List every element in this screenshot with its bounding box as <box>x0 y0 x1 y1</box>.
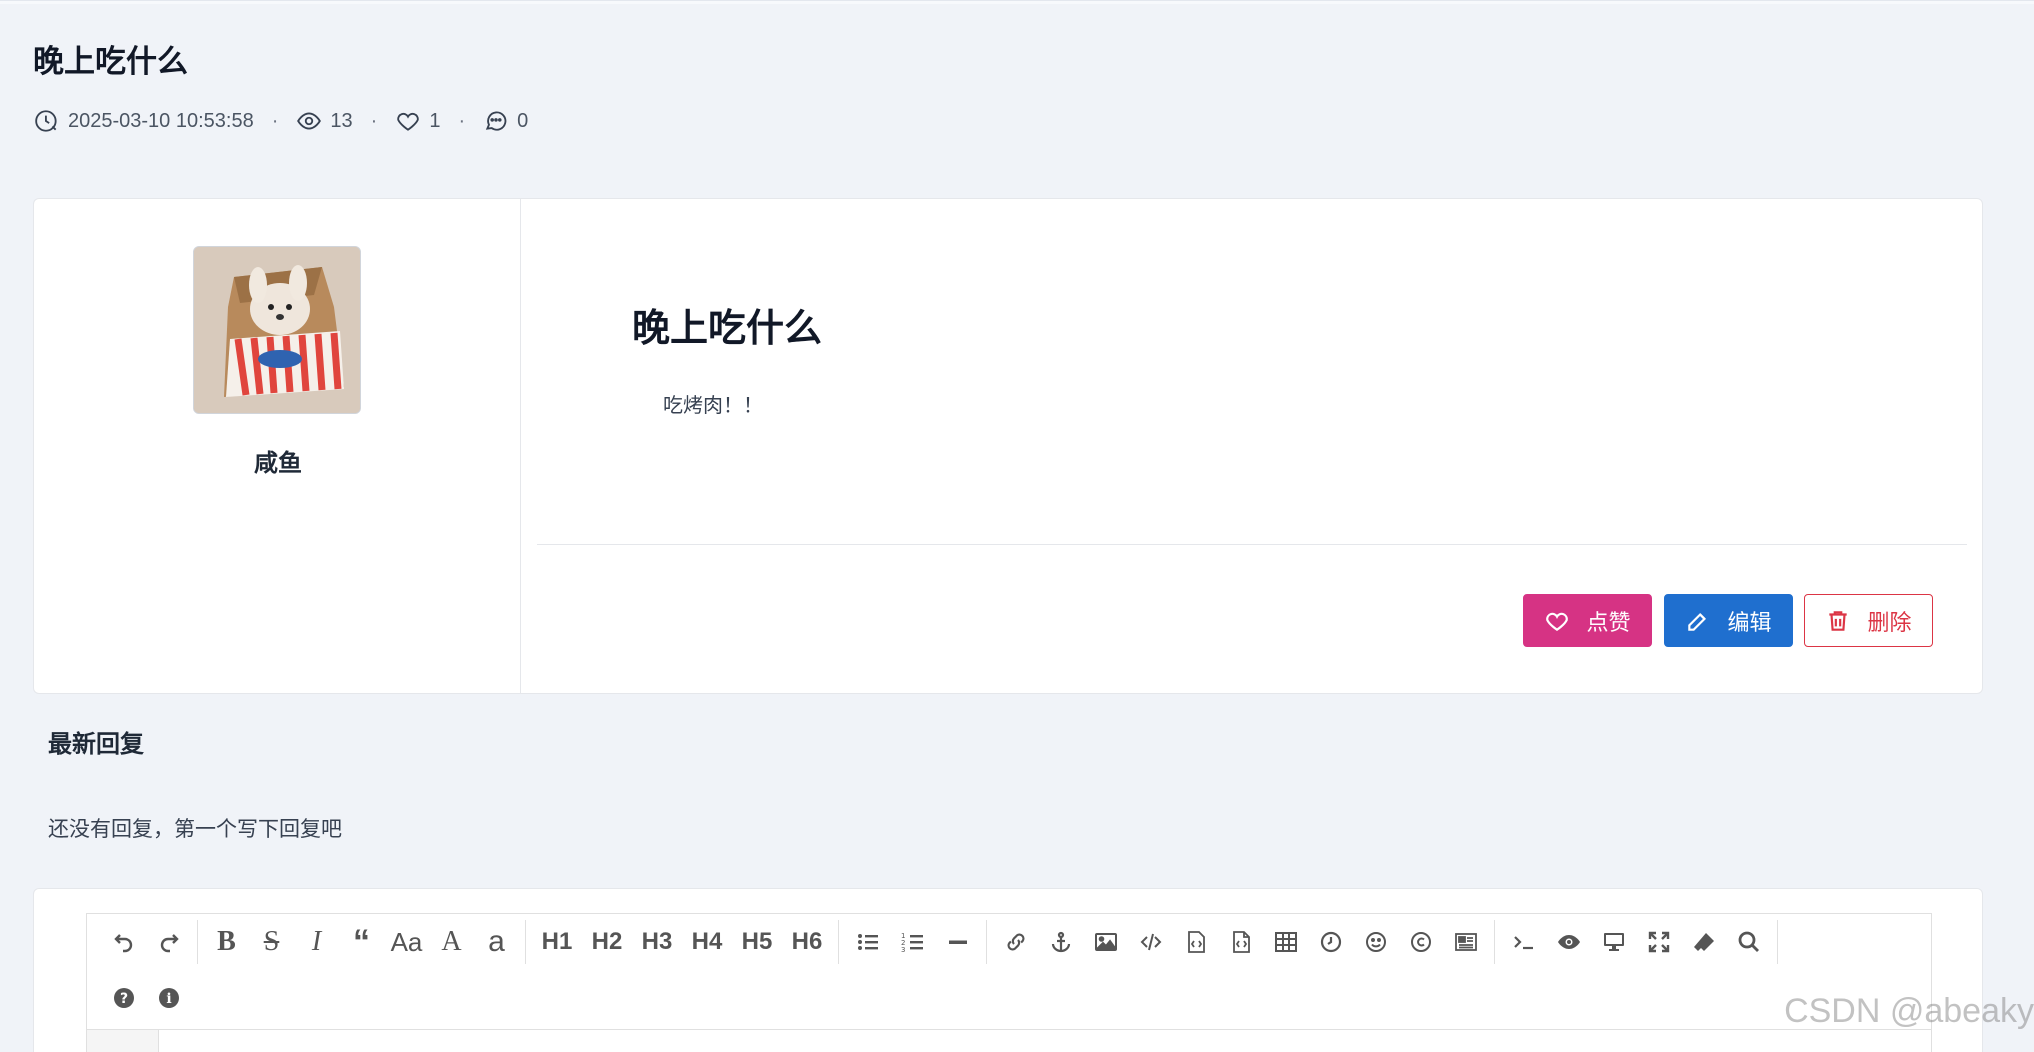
toolbar-separator <box>525 920 526 964</box>
italic-icon[interactable]: I <box>294 922 339 962</box>
search-icon[interactable] <box>1726 922 1771 962</box>
toolbar-separator <box>838 920 839 964</box>
svg-text:?: ? <box>119 991 127 1007</box>
heart-icon <box>1546 612 1569 631</box>
eye-icon <box>297 112 322 130</box>
divider <box>537 544 1967 545</box>
avatar[interactable] <box>193 246 361 414</box>
likes-count: 1 <box>429 109 441 132</box>
image-icon[interactable] <box>1083 922 1128 962</box>
h3-button[interactable]: H3 <box>632 922 682 962</box>
desktop-icon[interactable] <box>1591 922 1636 962</box>
link-icon[interactable] <box>993 922 1038 962</box>
page-title: 晚上吃什么 <box>33 44 188 79</box>
post-comments: 0 <box>483 108 528 134</box>
hr-icon[interactable] <box>935 922 980 962</box>
preview-icon[interactable] <box>1546 922 1591 962</box>
code-icon[interactable] <box>1128 922 1173 962</box>
toolbar-separator <box>1494 920 1495 964</box>
author-name[interactable]: 咸鱼 <box>34 443 522 478</box>
code-file-icon[interactable] <box>1218 922 1263 962</box>
comment-icon <box>485 111 507 131</box>
line-number-gutter <box>87 1030 159 1052</box>
h5-button[interactable]: H5 <box>732 922 782 962</box>
table-icon[interactable] <box>1263 922 1308 962</box>
editor-textarea[interactable] <box>86 1029 1932 1052</box>
svg-text:3: 3 <box>901 946 905 954</box>
bold-icon[interactable]: B <box>204 922 249 962</box>
delete-button[interactable]: 删除 <box>1804 594 1933 647</box>
reply-editor: B S I “ Aa A a H1 H2 H3 H4 H5 H6 123 ? i <box>33 888 1983 1052</box>
editor-toolbar: B S I “ Aa A a H1 H2 H3 H4 H5 H6 123 ? i <box>86 913 1932 1029</box>
info-icon[interactable]: i <box>146 978 191 1018</box>
case-aa-button[interactable]: Aa <box>384 922 429 962</box>
like-button[interactable]: 点赞 <box>1523 594 1652 647</box>
help-icon[interactable]: ? <box>101 978 146 1018</box>
case-lower-button[interactable]: a <box>474 922 519 962</box>
list-ol-icon[interactable]: 123 <box>890 922 935 962</box>
case-upper-button[interactable]: A <box>429 922 474 962</box>
edit-button[interactable]: 编辑 <box>1664 594 1793 647</box>
replies-empty-text: 还没有回复，第一个写下回复吧 <box>48 818 342 841</box>
views-count: 13 <box>330 109 353 132</box>
code-block-icon[interactable] <box>1173 922 1218 962</box>
post-datetime: 2025-03-10 10:53:58 <box>34 108 254 134</box>
post-heading: 晚上吃什么 <box>632 308 823 350</box>
post-views: 13 <box>296 108 353 134</box>
replies-title: 最新回复 <box>48 731 144 758</box>
author-card: 咸鱼 <box>33 198 521 694</box>
toolbar-separator <box>1777 920 1778 964</box>
post-meta: 2025-03-10 10:53:58 · 13 · 1 · 0 <box>34 108 528 134</box>
datetime-icon[interactable] <box>1308 922 1353 962</box>
trash-icon <box>1829 610 1848 631</box>
h2-button[interactable]: H2 <box>582 922 632 962</box>
toolbar-separator <box>986 920 987 964</box>
meta-separator: · <box>370 109 378 132</box>
post-body: 吃烤肉！！ <box>663 395 763 417</box>
h6-button[interactable]: H6 <box>782 922 832 962</box>
emoji-icon[interactable] <box>1353 922 1398 962</box>
edit-label: 编辑 <box>1727 609 1772 635</box>
eraser-icon[interactable] <box>1681 922 1726 962</box>
watermark: CSDN @abeaky <box>1784 992 2034 1030</box>
list-ul-icon[interactable] <box>845 922 890 962</box>
toolbar-separator <box>197 920 198 964</box>
toolbar-row: B S I “ Aa A a H1 H2 H3 H4 H5 H6 123 <box>101 914 1784 970</box>
post-likes: 1 <box>395 108 440 134</box>
svg-text:i: i <box>166 991 171 1007</box>
quote-icon[interactable]: “ <box>339 922 384 962</box>
comments-count: 0 <box>517 109 529 132</box>
edit-icon <box>1688 612 1707 631</box>
h4-button[interactable]: H4 <box>682 922 732 962</box>
datetime-text: 2025-03-10 10:53:58 <box>68 109 254 132</box>
strikethrough-icon[interactable]: S <box>249 922 294 962</box>
terminal-icon[interactable] <box>1501 922 1546 962</box>
redo-icon[interactable] <box>146 922 191 962</box>
meta-separator: · <box>458 109 466 132</box>
copyright-icon[interactable] <box>1398 922 1443 962</box>
h1-button[interactable]: H1 <box>532 922 582 962</box>
delete-label: 删除 <box>1867 609 1912 635</box>
toolbar-row: ? i <box>101 970 191 1026</box>
anchor-icon[interactable] <box>1038 922 1083 962</box>
like-label: 点赞 <box>1586 609 1631 635</box>
avatar-image <box>194 247 360 413</box>
post-card: 晚上吃什么 吃烤肉！！ 点赞 编辑 删除 <box>520 198 1983 694</box>
heart-icon <box>397 112 419 131</box>
clock-icon <box>35 110 57 132</box>
fullscreen-icon[interactable] <box>1636 922 1681 962</box>
pagebreak-icon[interactable] <box>1443 922 1488 962</box>
undo-icon[interactable] <box>101 922 146 962</box>
top-border <box>0 0 2034 4</box>
meta-separator: · <box>271 109 279 132</box>
